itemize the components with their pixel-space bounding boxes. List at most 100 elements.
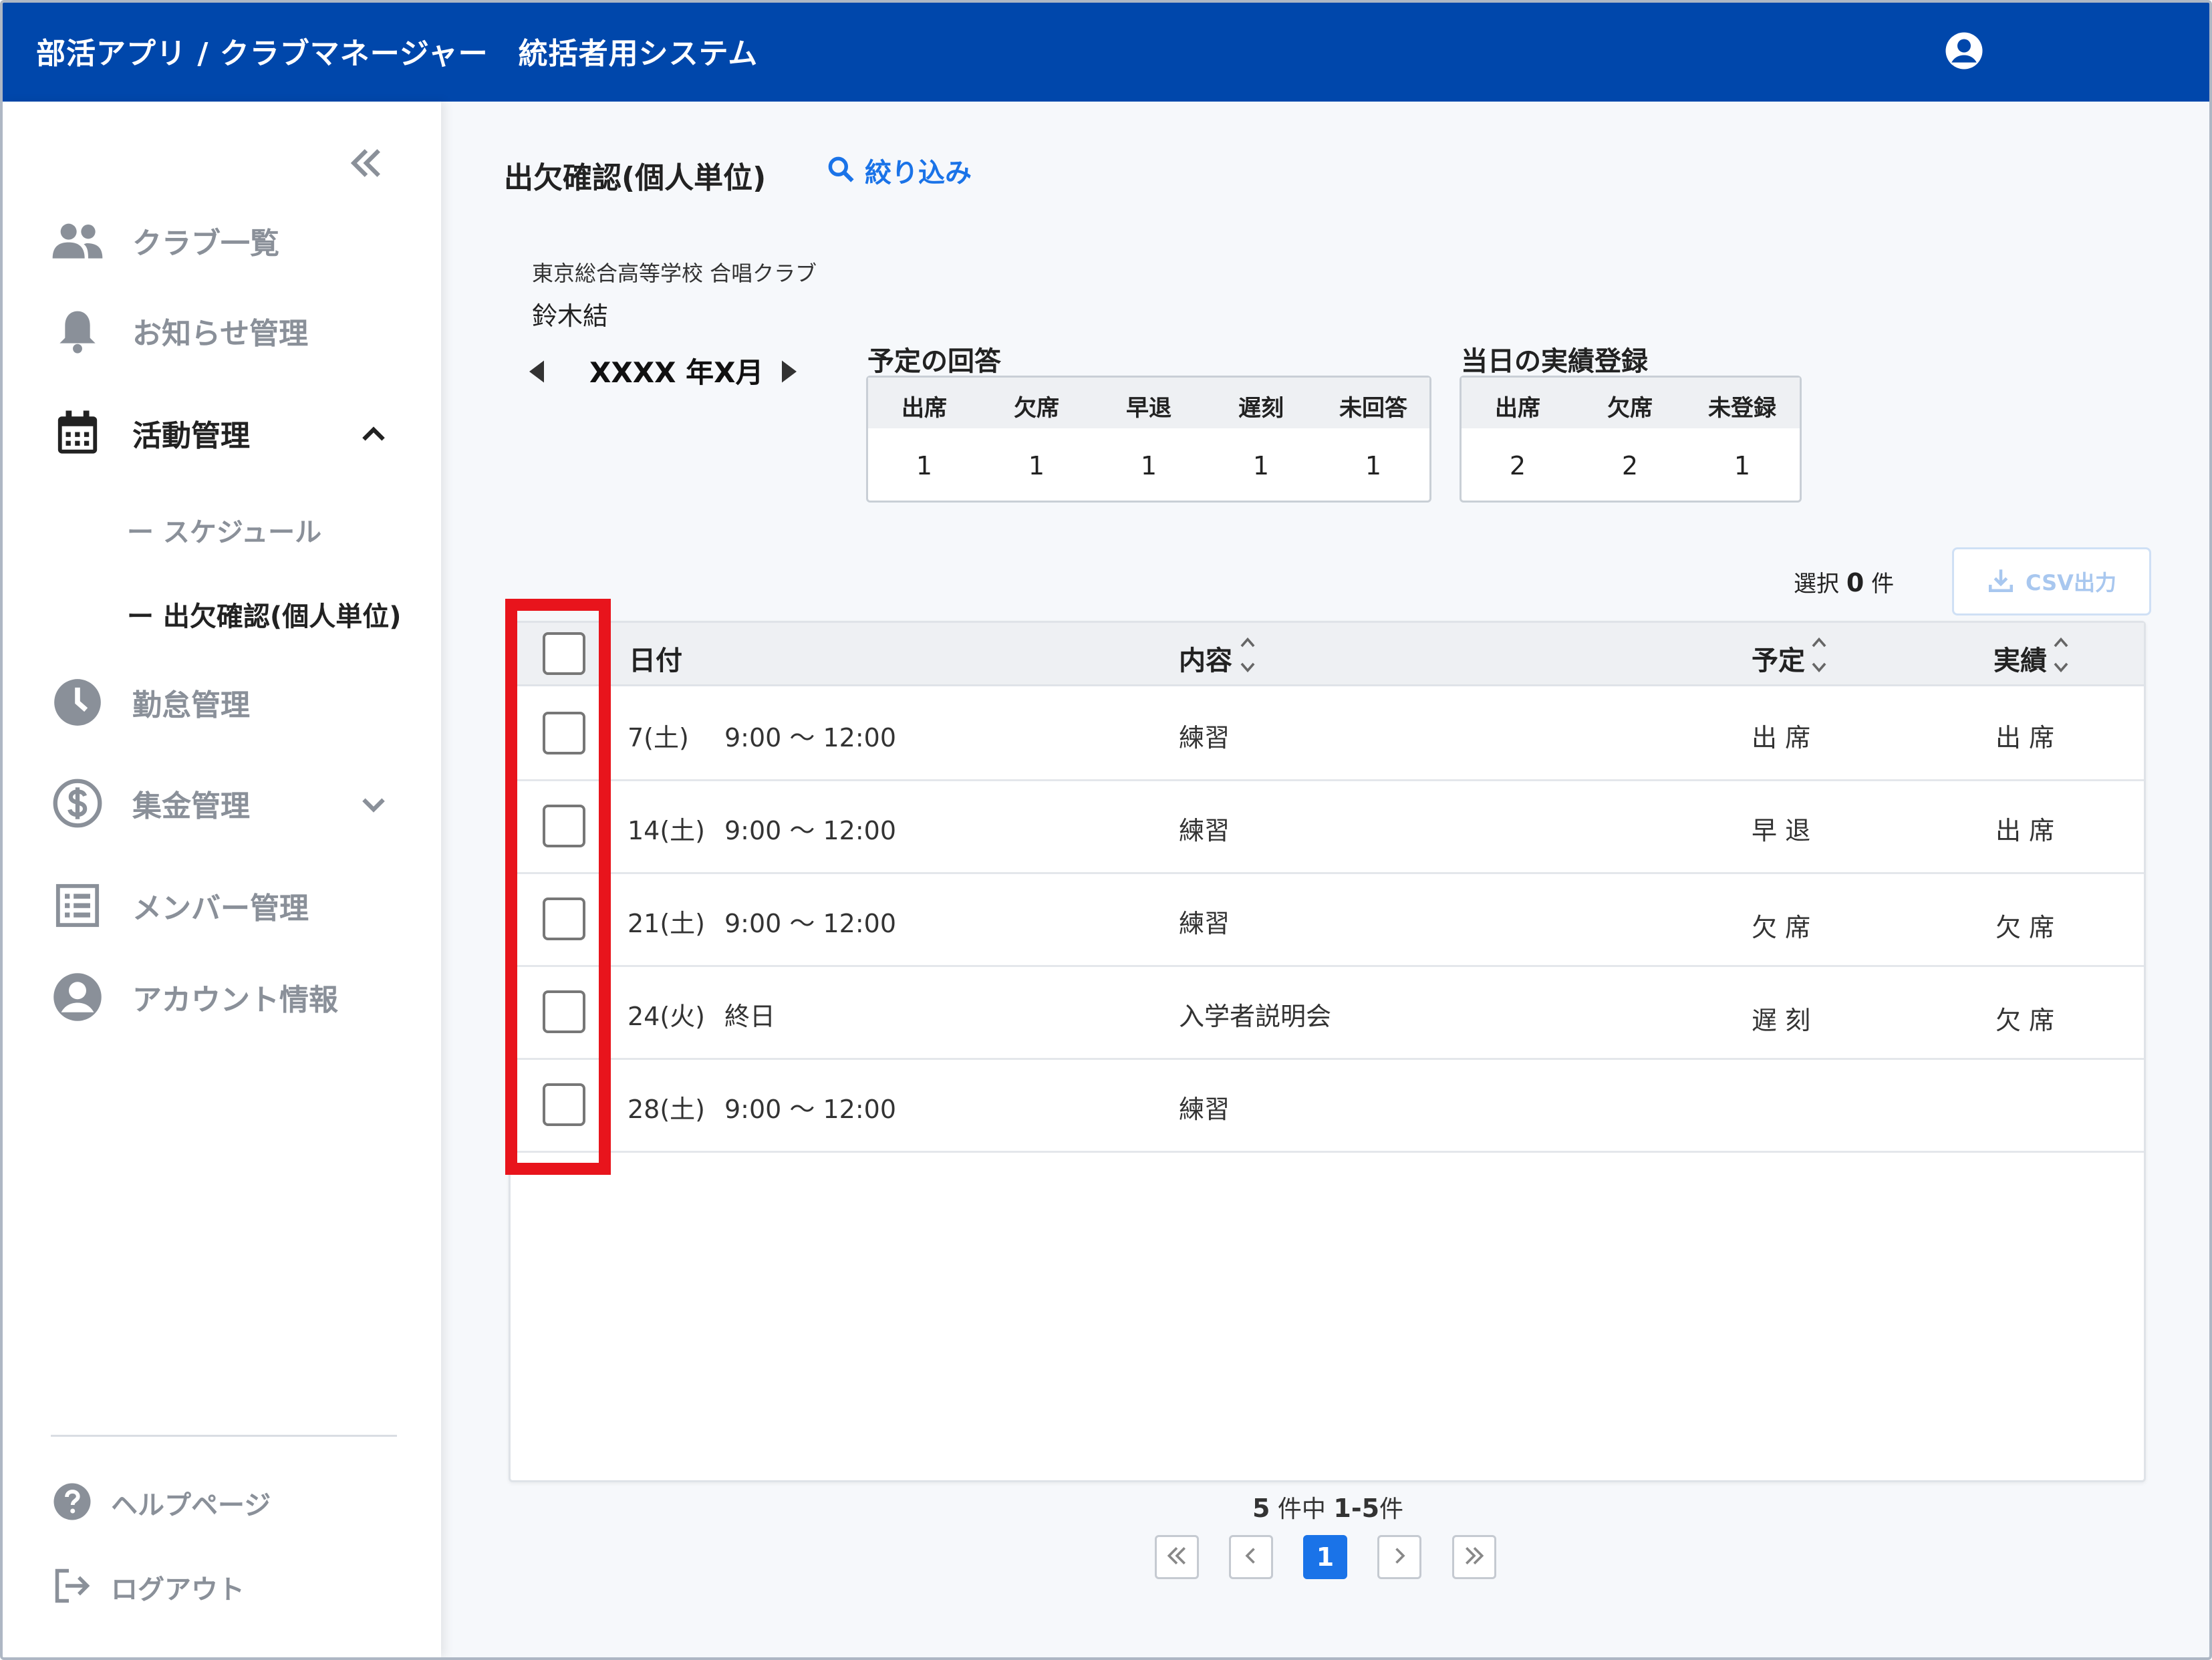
- row-content: 入学者説明会: [1179, 1002, 1332, 1031]
- row-plan: 早 退: [1752, 816, 1811, 845]
- app-title: 部活アプリ / クラブマネージャー 統括者用システム: [36, 37, 758, 71]
- actual-summary-table: 出席 欠席 未登録 2 2 1: [1460, 376, 1802, 503]
- plan-header-present: 出席: [902, 395, 947, 422]
- row-date: 14(土): [628, 816, 706, 845]
- row-date: 7(土): [628, 723, 689, 752]
- plan-value-unanswered: 1: [1365, 451, 1382, 480]
- footer-item-label: ログアウト: [111, 1574, 245, 1605]
- row-actual: 欠 席: [1995, 1006, 2055, 1035]
- sort-icon[interactable]: [2052, 632, 2070, 678]
- sidebar-item-account[interactable]: アカウント情報: [51, 970, 338, 1024]
- actual-header-present: 出席: [1495, 395, 1540, 422]
- attendance-table: 日付 内容 予定 実績 7(土) 9:00 〜 12:00 練習 出 席 出 席: [509, 621, 2146, 1482]
- app-window: 部活アプリ / クラブマネージャー 統括者用システム クラブ一覧 お知らせ管理 …: [0, 0, 2212, 1660]
- csv-export-button[interactable]: CSV出力: [1952, 547, 2151, 615]
- plan-summary-table: 出席 欠席 早退 遅刻 未回答 1 1 1 1 1: [866, 376, 1431, 503]
- plan-header-late: 遅刻: [1238, 395, 1284, 422]
- triangle-left-icon[interactable]: [525, 357, 548, 386]
- account-circle-icon[interactable]: [1944, 31, 1984, 71]
- sort-icon[interactable]: [1239, 632, 1256, 678]
- account-circle-icon: [51, 970, 104, 1024]
- double-chevron-left-icon[interactable]: [345, 142, 388, 184]
- logout-icon: [52, 1566, 92, 1609]
- row-plan: 欠 席: [1752, 913, 1811, 942]
- chevron-down-icon[interactable]: [357, 787, 390, 821]
- table-row: 7(土) 9:00 〜 12:00 練習 出 席 出 席: [511, 686, 2144, 781]
- table-row: 14(土) 9:00 〜 12:00 練習 早 退 出 席: [511, 779, 2144, 874]
- sidebar-item-label: メンバー管理: [132, 891, 309, 926]
- row-plan: 出 席: [1752, 723, 1811, 752]
- filter-label: 絞り込み: [865, 158, 972, 188]
- sort-icon[interactable]: [1810, 632, 1828, 678]
- row-content: 練習: [1179, 1095, 1230, 1124]
- month-label: XXXX 年X月: [589, 356, 764, 389]
- calendar-icon: [51, 406, 104, 460]
- actual-value-present: 2: [1509, 451, 1526, 480]
- sidebar-divider: [51, 1435, 397, 1437]
- school-club-name: 東京総合高等学校 合唱クラブ: [532, 261, 817, 286]
- row-date: 21(土): [628, 909, 706, 938]
- sidebar-item-label: アカウント情報: [132, 983, 338, 1017]
- sidebar-item-activity[interactable]: 活動管理: [51, 406, 250, 460]
- chevron-up-icon[interactable]: [357, 417, 390, 450]
- sidebar-subitem-schedule[interactable]: ー スケジュール: [127, 511, 321, 549]
- page-title: 出欠確認(個人単位): [504, 161, 767, 195]
- table-header: 日付 内容 予定 実績: [511, 623, 2144, 686]
- sidebar-item-time-management[interactable]: 勤怠管理: [51, 676, 250, 729]
- clock-icon: [51, 676, 104, 729]
- pagination-info: 5 件中 1-5件: [1252, 1494, 1404, 1523]
- double-chevron-left-icon: [1163, 1542, 1190, 1572]
- sidebar-item-label: 集金管理: [132, 789, 250, 823]
- search-icon: [826, 154, 855, 186]
- member-name: 鈴木結: [532, 301, 609, 331]
- plan-value-absent: 1: [1028, 451, 1045, 480]
- row-time: 9:00 〜 12:00: [724, 1095, 897, 1124]
- help-page-link[interactable]: ヘルプページ: [52, 1480, 271, 1526]
- triangle-right-icon[interactable]: [778, 357, 801, 386]
- footer-item-label: ヘルプページ: [111, 1490, 271, 1521]
- page-button-current[interactable]: 1: [1303, 1535, 1347, 1579]
- row-time: 9:00 〜 12:00: [724, 816, 897, 845]
- selection-count: 選択 0 件: [1794, 568, 1895, 597]
- next-page-button[interactable]: [1377, 1535, 1421, 1579]
- sidebar-item-club-list[interactable]: クラブ一覧: [51, 214, 279, 267]
- sidebar-item-notifications[interactable]: お知らせ管理: [51, 304, 308, 358]
- row-time: 終日: [724, 1002, 776, 1031]
- first-page-button[interactable]: [1155, 1535, 1199, 1579]
- double-chevron-right-icon: [1461, 1542, 1488, 1572]
- row-time: 9:00 〜 12:00: [724, 909, 897, 938]
- plan-value-present: 1: [916, 451, 933, 480]
- sidebar-item-members[interactable]: メンバー管理: [51, 879, 309, 932]
- sidebar-item-label: クラブ一覧: [132, 227, 279, 261]
- plan-header-absent: 欠席: [1014, 395, 1059, 422]
- plan-value-late: 1: [1252, 451, 1270, 480]
- logout-link[interactable]: ログアウト: [52, 1564, 245, 1611]
- people-icon: [51, 214, 104, 267]
- plan-header-early-leave: 早退: [1126, 395, 1171, 422]
- bell-icon: [51, 304, 104, 358]
- sidebar-subitem-attendance[interactable]: ー 出欠確認(個人単位): [127, 595, 402, 634]
- plan-value-early-leave: 1: [1140, 451, 1157, 480]
- column-header-date: 日付: [629, 646, 682, 676]
- table-row: 24(火) 終日 入学者説明会 遅 刻 欠 席: [511, 965, 2144, 1060]
- row-time: 9:00 〜 12:00: [724, 723, 897, 752]
- filter-button[interactable]: 絞り込み: [826, 151, 972, 190]
- sidebar-item-label: 活動管理: [132, 419, 250, 453]
- column-header-content: 内容: [1179, 646, 1232, 676]
- row-content: 練習: [1179, 909, 1230, 938]
- sidebar-item-fee-collection[interactable]: 集金管理: [51, 777, 250, 830]
- row-content: 練習: [1179, 816, 1230, 845]
- column-header-actual: 実績: [1993, 646, 2047, 676]
- actual-summary-title: 当日の実績登録: [1461, 346, 1648, 377]
- help-icon: [52, 1482, 92, 1524]
- actual-value-unregistered: 1: [1734, 451, 1751, 480]
- row-actual: 欠 席: [1995, 913, 2055, 942]
- top-bar: 部活アプリ / クラブマネージャー 統括者用システム: [3, 3, 2209, 102]
- download-icon: [1987, 566, 2015, 597]
- prev-page-button[interactable]: [1229, 1535, 1273, 1579]
- row-plan: 遅 刻: [1752, 1006, 1811, 1035]
- row-actual: 出 席: [1995, 816, 2055, 845]
- last-page-button[interactable]: [1452, 1535, 1496, 1579]
- actual-header-absent: 欠席: [1607, 395, 1653, 422]
- row-date: 24(火): [628, 1002, 706, 1031]
